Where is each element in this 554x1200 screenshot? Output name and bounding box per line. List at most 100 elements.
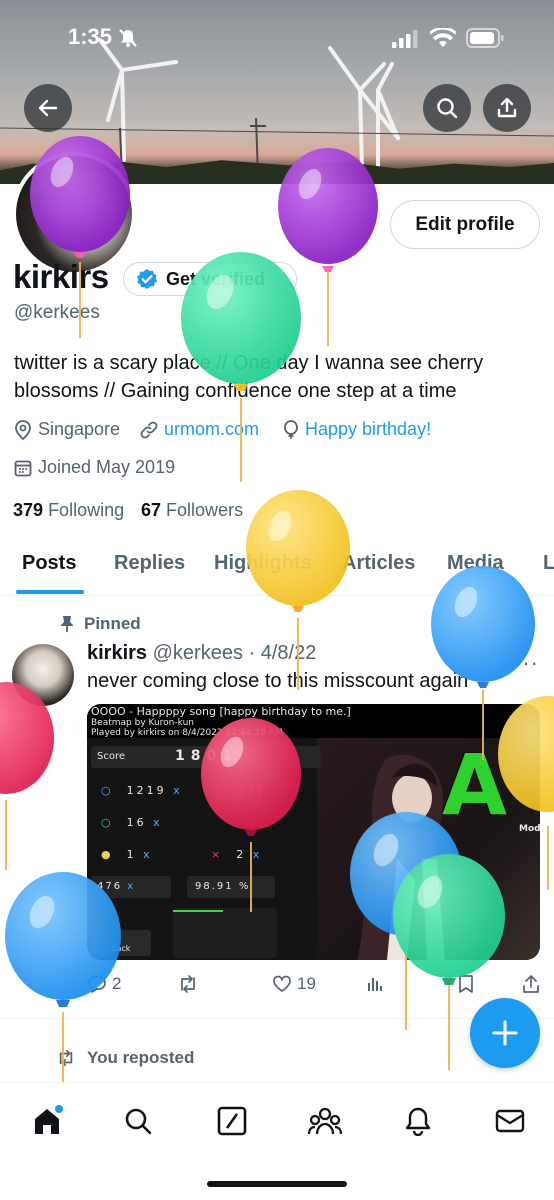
mail-icon [495,1109,525,1133]
search-icon [437,98,458,119]
website-link[interactable]: urmom.com [164,419,259,440]
media-combo-value: 476 [97,881,123,892]
joined-text: Joined May 2019 [38,457,176,477]
tab-likes[interactable]: L [543,552,554,575]
bell-icon [405,1107,431,1136]
reposted-label: You reposted [87,1048,195,1067]
post-handle-date: @kerkees · 4/8/22 [152,642,317,664]
media-combo-box: 476 x [91,876,171,898]
tab-highlights[interactable]: Highlights [214,552,312,575]
nav-communities[interactable] [305,1101,345,1141]
reply-action[interactable]: 2 [87,974,121,994]
media-300-count: 1219 [126,784,167,797]
reply-count: 2 [112,974,122,993]
media-grade: A [442,736,508,834]
calendar-icon [14,460,32,476]
media-score-label: Score [97,751,126,762]
arrow-left-icon [38,99,58,117]
heart-icon [273,975,291,992]
media-accuracy-box: 98.91 % [187,876,275,898]
nav-home[interactable] [27,1101,67,1141]
share-icon [523,975,539,993]
following-label: Following [48,500,125,520]
media-100-count: 16 [126,816,147,829]
nav-notifications[interactable] [398,1101,438,1141]
share-button[interactable] [483,84,531,132]
reposted-indicator: You reposted [55,1048,194,1068]
repost-icon [59,1049,73,1067]
bookmark-action[interactable] [458,974,474,994]
like-count: 19 [297,974,316,993]
media-song-title: OOOO - Happppy song [happy birthday to m… [91,705,351,718]
nav-messages[interactable] [490,1101,530,1141]
compose-button[interactable] [470,998,540,1068]
media-geki-count: 271 [236,784,267,797]
following-link[interactable]: 379 Following [13,500,124,521]
media-100-row: ○ 16 x [101,816,163,829]
back-button[interactable] [24,84,72,132]
home-indicator [207,1181,347,1187]
profile-birthday[interactable]: Happy birthday! [283,419,431,440]
followers-count: 67 [141,500,162,520]
communities-icon [308,1107,342,1135]
post-divider [0,1018,554,1019]
media-accuracy-value: 98.91 [195,881,234,892]
media-beatmap: Beatmap by Kuron-kun [91,718,194,728]
repost-action[interactable] [177,974,199,994]
post-author-avatar[interactable] [12,644,74,706]
pin-icon [61,616,73,632]
views-action[interactable] [366,974,384,992]
location-pin-icon [15,419,31,440]
media-score-value: 1801 [175,748,238,764]
followers-label: Followers [166,500,244,520]
link-icon [140,421,158,438]
balloon-icon [284,419,298,439]
home-icon [35,1105,63,1134]
pinned-label: Pinned [84,614,141,633]
media-back-button: Back [91,930,151,956]
edit-profile-button[interactable]: Edit profile [390,200,540,249]
tab-articles[interactable]: Articles [342,552,415,575]
following-count: 379 [13,500,44,520]
post-media-image[interactable]: OOOO - Happppy song [happy birthday to m… [87,704,540,960]
repost-icon [181,975,195,993]
media-geki-row: ○ 271 [211,784,267,797]
profile-tabs: Posts Replies Highlights Articles Media … [0,540,554,596]
nav-grok[interactable] [212,1101,252,1141]
status-bar: 1:35 [0,0,554,72]
search-icon [125,1108,152,1135]
tab-replies[interactable]: Replies [114,552,185,575]
search-button[interactable] [423,84,471,132]
share-icon [497,97,517,118]
profile-bio: twitter is a scary place // One day I wa… [14,352,484,402]
media-miss-row: × 2 x [211,848,263,861]
plus-icon [492,1020,518,1046]
bell-off-icon [118,28,138,53]
get-verified-label: Get verified [166,268,266,289]
media-miss-count: 2 [236,848,247,861]
wifi-icon [428,26,458,53]
media-mods-label: Mods [519,824,540,834]
more-options-icon[interactable]: ··· [514,650,539,676]
post-text: never coming close to this misscount aga… [87,670,469,692]
post-author-name[interactable]: kirkirs [87,642,147,664]
get-verified-button[interactable]: Get verified [123,262,297,296]
tab-posts[interactable]: Posts [22,552,76,575]
location-text: Singapore [38,419,121,439]
profile-website[interactable]: urmom.com [140,419,259,440]
followers-link[interactable]: 67 Followers [141,500,243,521]
battery-icon [466,28,504,53]
birthday-text[interactable]: Happy birthday! [305,419,431,440]
media-50-count: 1 [126,848,137,861]
media-300-row: ○ 1219 x [101,784,183,797]
profile-handle: @kerkees [14,302,100,323]
like-action[interactable]: 19 [272,974,316,994]
tab-media[interactable]: Media [447,552,504,575]
active-tab-indicator [16,590,84,594]
media-back-label: Back [111,944,131,953]
share-post-action[interactable] [522,974,540,994]
bookmark-icon [459,975,473,993]
profile-name: kirkirs [13,258,109,295]
nav-search[interactable] [118,1101,158,1141]
pinned-indicator: Pinned [60,614,141,634]
